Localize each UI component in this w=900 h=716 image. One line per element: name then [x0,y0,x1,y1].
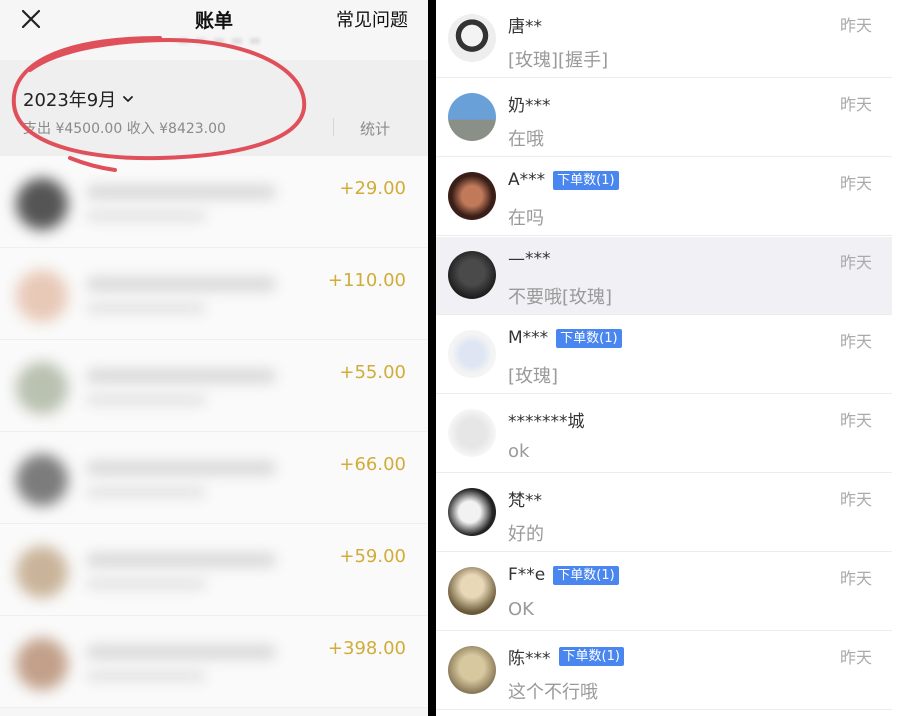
list-item[interactable]: 奶*** 在哦 昨天 [436,79,892,157]
transaction-amount: +59.00 [339,546,406,567]
list-item[interactable]: 唐** [玫瑰][握手] 昨天 [436,0,892,78]
list-item[interactable]: 陈*** 下单数(1) 这个不行哦 昨天 [436,632,892,710]
list-item[interactable]: F**e 下单数(1) OK 昨天 [436,553,892,631]
order-count-badge: 下单数(1) [556,328,622,348]
list-item[interactable]: *******城 ok 昨天 [436,395,892,473]
blurred-text [86,644,276,660]
avatar [448,93,496,141]
blurred-text [86,276,276,292]
transaction-list: +29.00 +110.00 +55.00 +66.00 +59.00 +398… [0,156,428,708]
transaction-row[interactable]: +398.00 [0,616,428,708]
last-message: [玫瑰] [508,366,559,387]
last-message: 在吗 [508,208,544,229]
contact-name: *******城 [508,412,585,432]
month-label: 2023年9月 [23,90,117,111]
contact-name: A*** [508,170,546,190]
order-count-badge: 下单数(1) [553,565,619,585]
month-selector[interactable]: 2023年9月 [23,86,134,112]
contact-name: 梵** [508,491,542,511]
timestamp: 昨天 [839,648,872,667]
avatar [448,251,496,299]
blurred-text [86,486,206,498]
last-message: 这个不行哦 [508,682,598,703]
blurred-text [86,394,206,406]
avatar [16,178,68,230]
timestamp: 昨天 [839,174,872,193]
transaction-row[interactable]: +55.00 [0,340,428,432]
avatar [448,488,496,536]
panel-divider [428,0,436,716]
chevron-down-icon [123,96,134,102]
transaction-amount: +398.00 [327,638,406,659]
contact-name: M*** [508,328,549,348]
blurred-text [86,552,276,568]
last-message: 不要哦[玫瑰] [508,287,613,308]
contact-name: 奶*** [508,96,551,116]
avatar [448,646,496,694]
avatar [16,638,68,690]
contact-name: —*** [508,249,551,269]
last-message: 好的 [508,524,544,545]
contact-name: 陈*** [508,649,551,669]
chat-list: 唐** [玫瑰][握手] 昨天 奶*** 在哦 昨天 A*** 下单数(1) 在… [436,0,900,716]
blurred-text [86,210,206,222]
order-count-badge: 下单数(1) [558,647,624,666]
timestamp: 昨天 [839,332,872,351]
faq-link[interactable]: 常见问题 [336,6,408,32]
divider [333,118,334,136]
avatar [448,14,496,62]
last-message: [玫瑰][握手] [508,50,609,71]
bill-top-bar: 账单 常见问题 [0,0,428,44]
list-item[interactable]: 梵** 好的 昨天 [436,474,892,552]
timestamp: 昨天 [839,16,872,35]
avatar [448,409,496,457]
blurred-subtab [178,38,268,44]
avatar [448,567,496,615]
month-summary: 2023年9月 支出 ¥4500.00 收入 ¥8423.00 统计 [0,60,428,156]
blurred-text [86,368,276,384]
blurred-text [86,302,206,314]
avatar [16,270,68,322]
timestamp: 昨天 [839,95,872,114]
blurred-text [86,670,206,682]
avatar [448,330,496,378]
monthly-totals: 支出 ¥4500.00 收入 ¥8423.00 [23,121,226,137]
transaction-row[interactable]: +110.00 [0,248,428,340]
blurred-text [86,460,276,476]
timestamp: 昨天 [839,411,872,430]
transaction-amount: +110.00 [327,270,406,291]
transaction-row[interactable]: +29.00 [0,156,428,248]
avatar [16,454,68,506]
last-message: OK [508,599,534,620]
transaction-amount: +66.00 [339,454,406,475]
list-item[interactable]: M*** 下单数(1) [玫瑰] 昨天 [436,316,892,394]
order-count-badge: 下单数(1) [553,170,619,190]
last-message: 在哦 [508,129,544,150]
transaction-row[interactable]: +59.00 [0,524,428,616]
bill-panel: 账单 常见问题 2023年9月 支出 ¥4500.00 收入 ¥8423.00 … [0,0,428,716]
avatar [16,546,68,598]
timestamp: 昨天 [839,490,872,509]
blurred-text [86,578,206,590]
avatar [448,172,496,220]
blurred-text [86,184,276,200]
contact-name: 唐** [508,17,542,37]
timestamp: 昨天 [839,253,872,272]
last-message: ok [508,441,530,462]
list-item[interactable]: A*** 下单数(1) 在吗 昨天 [436,158,892,236]
avatar [16,362,68,414]
transaction-amount: +55.00 [339,362,406,383]
list-item[interactable]: —*** 不要哦[玫瑰] 昨天 [436,237,892,315]
transaction-amount: +29.00 [339,178,406,199]
timestamp: 昨天 [839,569,872,588]
contact-name: F**e [508,565,546,585]
transaction-row[interactable]: +66.00 [0,432,428,524]
stats-button[interactable]: 统计 [360,118,390,139]
